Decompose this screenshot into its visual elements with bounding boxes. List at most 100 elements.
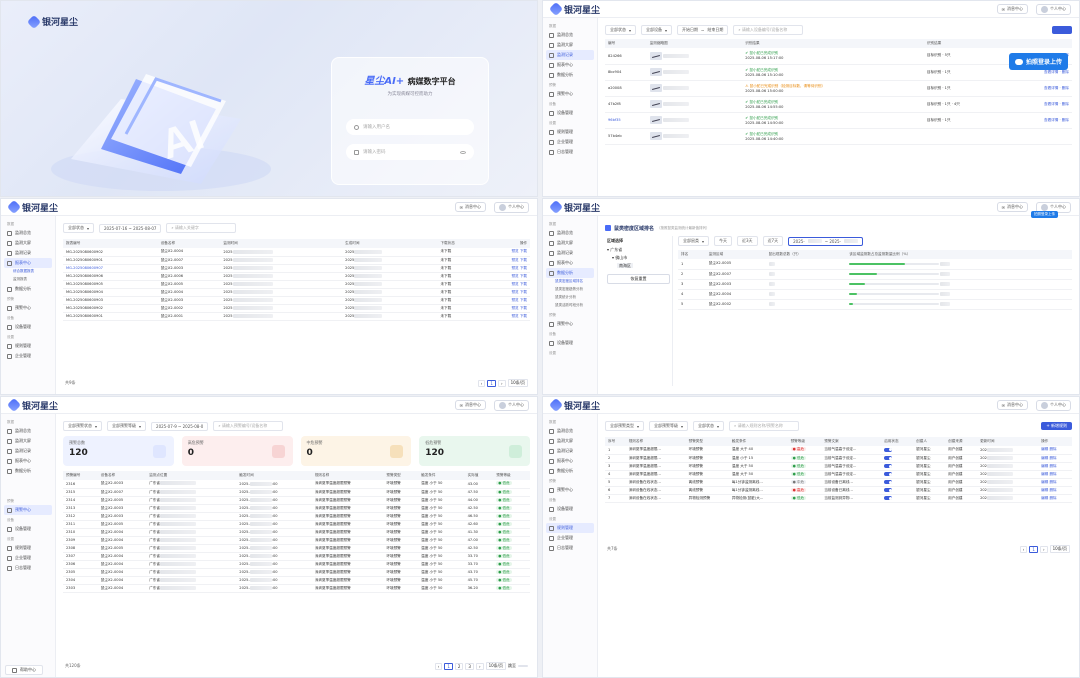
tree-node-city[interactable]: ▾ 佛山市 <box>607 255 670 261</box>
help-center-button[interactable]: 帮助中心 <box>5 665 43 675</box>
table-row[interactable]: MG-2025080600902 鼠尘X2-0004 2025 2025 未下载 预览 下… <box>63 248 530 257</box>
tree-node-district[interactable]: 南海区 <box>607 263 670 269</box>
sidebar-item-enterprise[interactable]: 企业管理 <box>543 137 597 147</box>
message-center-button[interactable]: ✉ 消息中心 <box>996 202 1028 212</box>
sidebar-item-warn[interactable]: 预警中心 <box>543 485 597 495</box>
table-row[interactable]: 2303 鼠尘X2-0004 广东省 2025-:00 深圳夏季温度超限预警 环境预警 温度… <box>63 584 530 593</box>
table-row[interactable]: 96bf35 ✔ 鼠小蛇已完成识别 2025-08-06 14:50:00 目标识别… <box>605 112 1072 129</box>
table-row[interactable]: 2314 鼠尘X2-0005 广东省 2025-:00 深圳夏季温度超限预警 环境预警 温度… <box>63 496 530 505</box>
sidebar-sub-stats[interactable]: 鼠类统计分析 <box>543 294 597 302</box>
sidebar-item-warn[interactable]: 预警中心 <box>1 303 55 313</box>
table-row[interactable]: a20008 ⚠ 鼠小蛇已完成识别（检测目标数，请等待识别） 2025-08-06… <box>605 80 1072 97</box>
thumbnail-image[interactable] <box>649 51 662 60</box>
table-row[interactable]: MG-2025080600903 鼠尘X2-0003 2025 2025 未下载 预览 下… <box>63 296 530 305</box>
sidebar-sub-active[interactable]: 鼠类活跃时段分析 <box>543 302 597 310</box>
page-1[interactable]: 1 <box>1029 545 1038 553</box>
table-row[interactable]: 2316 鼠尘X2-0003 广东省 2025-:00 深圳夏季温度超限预警 环境预警 温度… <box>63 480 530 489</box>
enable-toggle[interactable] <box>884 480 893 484</box>
jump-input[interactable] <box>518 665 528 667</box>
date-range[interactable]: 2025-07-16 ~ 2025-08-07 <box>99 223 162 233</box>
preview-link[interactable]: 预览 <box>511 314 518 318</box>
preview-link[interactable]: 预览 <box>511 266 518 270</box>
sidebar-item-reports[interactable]: 报表中心 <box>543 258 597 268</box>
sidebar-item-rules[interactable]: 规则管理 <box>1 543 55 553</box>
date-range[interactable]: 开始日期 ~ 结束日期 <box>677 25 729 35</box>
reset-button[interactable]: 恢复重置 <box>607 274 670 284</box>
sidebar-item-warn[interactable]: 预警中心 <box>543 89 597 99</box>
page-1[interactable]: 1 <box>487 379 496 387</box>
sidebar-item-bigscreen[interactable]: 监测大屏 <box>1 436 55 446</box>
create-button[interactable] <box>1052 26 1072 34</box>
table-row[interactable]: MG-2025080600907 鼠尘X2-0003 2025 2025 未下载 预览 下… <box>63 264 530 273</box>
sidebar-item-enterprise[interactable]: 企业管理 <box>1 351 55 361</box>
table-row[interactable]: 2307 鼠尘X2-0004 广东省 2025-:00 深圳夏季温度超限预警 环境预警 温度… <box>63 552 530 561</box>
sidebar-item-analysis[interactable]: 数据分析 <box>1 284 55 294</box>
preview-link[interactable]: 预览 <box>511 306 518 310</box>
table-row[interactable]: 2305 鼠尘X2-0004 广东省 2025-:00 深圳夏季温度超限预警 环境预警 温度… <box>63 568 530 577</box>
sidebar-sub-ranking[interactable]: 鼠类密度区域排名 <box>543 278 597 286</box>
edit-link[interactable]: 编辑 <box>1041 456 1048 460</box>
table-row[interactable]: 2311 鼠尘X2-0005 广东省 2025-:00 深圳夏季温度超限预警 环境预警 温度… <box>63 520 530 529</box>
download-link[interactable]: 下载 <box>520 266 527 270</box>
search-input[interactable]: ⌕ 请输入关键字 <box>166 223 237 233</box>
sidebar-item-records[interactable]: 监测记录 <box>546 50 594 60</box>
table-row[interactable]: 2313 鼠尘X2-0003 广东省 2025-:00 深圳夏季温度超限预警 环境预警 温度… <box>63 504 530 513</box>
table-row[interactable]: MG-2025080600902 鼠尘X2-0002 2025 2025 未下载 预览 下… <box>63 304 530 313</box>
edit-link[interactable]: 编辑 <box>1041 496 1048 500</box>
delete-link[interactable]: 删除 <box>1049 447 1056 451</box>
table-row[interactable]: 2306 鼠尘X2-0004 广东省 2025-:00 深圳夏季温度超限预警 环境预警 温度… <box>63 560 530 569</box>
edit-link[interactable]: 编辑 <box>1041 464 1048 468</box>
edit-link[interactable]: 编辑 <box>1041 447 1048 451</box>
preview-link[interactable]: 预览 <box>511 282 518 286</box>
sidebar-item-logs[interactable]: 日志管理 <box>543 147 597 157</box>
warn-status-filter[interactable]: 全部预警状态 ▾ <box>63 421 103 431</box>
sidebar-sub-trend[interactable]: 鼠类密度趋势分析 <box>543 286 597 294</box>
enable-toggle[interactable] <box>884 464 893 468</box>
tree-node-province[interactable]: ▾ 广东省 <box>607 247 670 253</box>
page-size-select[interactable]: 10条/页 <box>507 379 528 387</box>
table-row[interactable]: 2315 鼠尘X2-0007 广东省 2025-:00 深圳夏季温度超限预警 环境预警 温度… <box>63 488 530 497</box>
sidebar-item-reports[interactable]: 报表中心 <box>4 258 52 268</box>
sidebar-item-rules[interactable]: 规则管理 <box>543 127 597 137</box>
device-filter[interactable]: 全部设备 ▾ <box>641 25 673 35</box>
sidebar-item-warn[interactable]: 预警中心 <box>4 505 52 515</box>
sidebar-item-overview[interactable]: 监测总览 <box>1 228 55 238</box>
table-row[interactable]: 4 鼠尘X2-0004 <box>678 289 1072 300</box>
sidebar-item-device[interactable]: 设备管理 <box>1 524 55 534</box>
sidebar-item-reports[interactable]: 报表中心 <box>543 60 597 70</box>
table-row[interactable]: 2312 鼠尘X2-0003 广东省 2025-:00 深圳夏季温度超限预警 环境预警 温度… <box>63 512 530 521</box>
sidebar-item-bigscreen[interactable]: 监测大屏 <box>1 238 55 248</box>
enable-toggle[interactable] <box>884 456 893 460</box>
sidebar-item-analysis[interactable]: 数据分析 <box>543 70 597 80</box>
table-row[interactable]: 2309 鼠尘X2-0004 广东省 2025-:00 深圳夏季温度超限预警 环境预警 温度… <box>63 536 530 545</box>
sidebar-item-records[interactable]: 监测记录 <box>1 248 55 258</box>
table-row[interactable]: 824266 ✔ 鼠小蛇已完成识别 2025-08-06 15:17:00 目标识别… <box>605 48 1072 65</box>
download-link[interactable]: 下载 <box>520 282 527 286</box>
preview-link[interactable]: 预览 <box>511 298 518 302</box>
download-link[interactable]: 下载 <box>520 258 527 262</box>
add-rule-button[interactable]: + 新增规则 <box>1041 422 1072 430</box>
warn-type-filter[interactable]: 全部预警类型 ▾ <box>605 421 645 431</box>
table-row[interactable]: 5 深圳设备在线状态... 离线预警 每1分钟监测离线... ● 中危 当前设备已离线..… <box>605 478 1072 487</box>
password-field[interactable]: 请输入密码 <box>346 144 474 160</box>
sidebar-item-device[interactable]: 设备管理 <box>543 338 597 348</box>
user-menu[interactable]: 个人中心 <box>1036 399 1071 411</box>
sidebar-item-overview[interactable]: 监测总览 <box>543 228 597 238</box>
prev-page[interactable]: ‹ <box>434 662 443 670</box>
table-row[interactable]: MG-2025080600905 鼠尘X2-0005 2025 2025 未下载 预览 下… <box>63 280 530 289</box>
message-center-button[interactable]: ✉ 消息中心 <box>996 400 1028 410</box>
sidebar-item-device[interactable]: 设备管理 <box>543 504 597 514</box>
table-row[interactable]: MG-2025080600906 鼠尘X2-0006 2025 2025 未下载 预览 下… <box>63 272 530 281</box>
warn-level-filter[interactable]: 全部预警等级 ▾ <box>107 421 147 431</box>
sidebar-item-bigscreen[interactable]: 监测大屏 <box>543 40 597 50</box>
quick-today[interactable]: 今天 <box>714 236 733 246</box>
delete-link[interactable]: 删除 <box>1049 488 1056 492</box>
sidebar-item-analysis[interactable]: 数据分析 <box>1 466 55 476</box>
table-row[interactable]: 6 深圳设备在线状态... 离线预警 每1分钟监测离线... ● 高危 当前设备已离线..… <box>605 486 1072 495</box>
message-center-button[interactable]: ✉ 消息中心 <box>996 4 1028 14</box>
delete-link[interactable]: 删除 <box>1049 496 1056 500</box>
sidebar-item-enterprise[interactable]: 企业管理 <box>543 533 597 543</box>
preview-link[interactable]: 预览 <box>511 258 518 262</box>
delete-link[interactable]: 删除 <box>1049 456 1056 460</box>
page-size-select[interactable]: 10条/页 <box>485 662 506 670</box>
